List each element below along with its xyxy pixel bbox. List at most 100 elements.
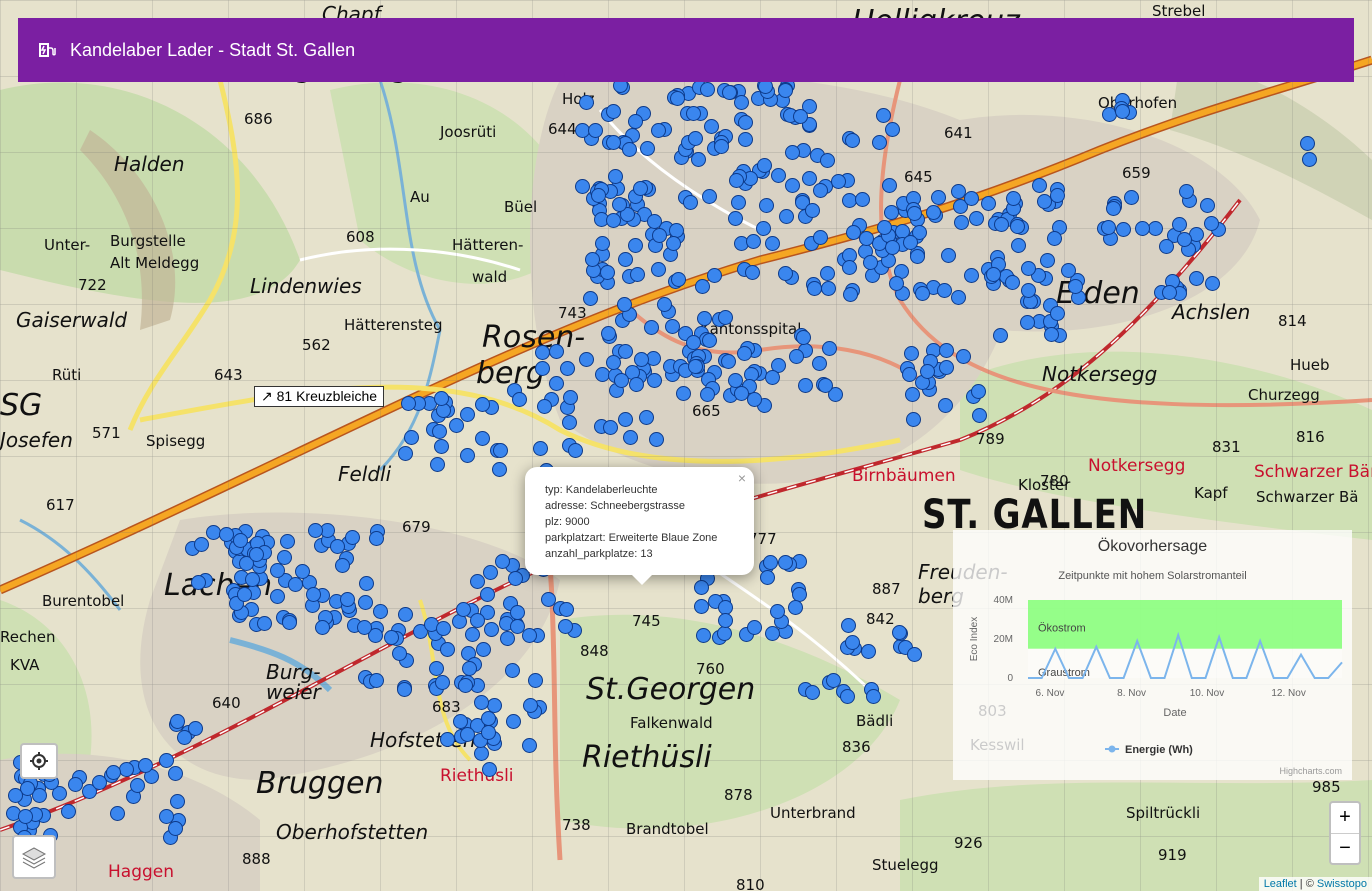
- charger-marker[interactable]: [167, 765, 183, 781]
- charger-marker[interactable]: [475, 430, 491, 446]
- charger-marker[interactable]: [765, 625, 781, 641]
- charger-marker[interactable]: [963, 191, 979, 207]
- charger-marker[interactable]: [561, 415, 577, 431]
- charger-marker[interactable]: [60, 804, 76, 820]
- charger-marker[interactable]: [560, 360, 576, 376]
- charger-marker[interactable]: [1115, 221, 1131, 237]
- charger-marker[interactable]: [605, 104, 621, 120]
- charger-marker[interactable]: [759, 569, 775, 585]
- charger-marker[interactable]: [622, 429, 638, 445]
- charger-marker[interactable]: [606, 134, 622, 150]
- charger-marker[interactable]: [819, 153, 835, 169]
- charger-marker[interactable]: [795, 329, 811, 345]
- charger-marker[interactable]: [465, 626, 481, 642]
- charger-marker[interactable]: [1019, 314, 1035, 330]
- charger-marker[interactable]: [583, 290, 599, 306]
- charger-marker[interactable]: [788, 348, 804, 364]
- charger-marker[interactable]: [643, 320, 659, 336]
- charger-marker[interactable]: [980, 196, 996, 212]
- charger-marker[interactable]: [888, 275, 904, 291]
- charger-marker[interactable]: [397, 606, 413, 622]
- charger-marker[interactable]: [345, 529, 361, 545]
- charger-marker[interactable]: [915, 285, 931, 301]
- charger-marker[interactable]: [612, 196, 628, 212]
- charger-marker[interactable]: [523, 697, 539, 713]
- charger-marker[interactable]: [305, 587, 321, 603]
- charger-marker[interactable]: [458, 677, 474, 693]
- charger-marker[interactable]: [469, 613, 485, 629]
- charger-marker[interactable]: [884, 240, 900, 256]
- charger-marker[interactable]: [1049, 306, 1065, 322]
- charger-marker[interactable]: [92, 774, 108, 790]
- charger-marker[interactable]: [129, 777, 145, 793]
- charger-marker[interactable]: [602, 420, 618, 436]
- charger-marker[interactable]: [1188, 270, 1204, 286]
- charger-marker[interactable]: [736, 345, 752, 361]
- charger-marker[interactable]: [1199, 197, 1215, 213]
- charger-marker[interactable]: [909, 248, 925, 264]
- charger-marker[interactable]: [469, 573, 485, 589]
- charger-marker[interactable]: [687, 358, 703, 374]
- charger-marker[interactable]: [805, 202, 821, 218]
- charger-marker[interactable]: [1100, 219, 1116, 235]
- charger-marker[interactable]: [925, 204, 941, 220]
- charger-marker[interactable]: [1299, 136, 1315, 152]
- charger-marker[interactable]: [687, 131, 703, 147]
- charger-marker[interactable]: [744, 264, 760, 280]
- charger-marker[interactable]: [358, 576, 374, 592]
- charger-marker[interactable]: [839, 689, 855, 705]
- charger-marker[interactable]: [527, 673, 543, 689]
- charger-marker[interactable]: [1005, 274, 1021, 290]
- charger-marker[interactable]: [617, 251, 633, 267]
- charger-marker[interactable]: [575, 178, 591, 194]
- charger-marker[interactable]: [521, 627, 537, 643]
- charger-marker[interactable]: [771, 167, 787, 183]
- charger-marker[interactable]: [686, 334, 702, 350]
- charger-marker[interactable]: [158, 753, 174, 769]
- charger-marker[interactable]: [257, 616, 273, 632]
- charger-marker[interactable]: [244, 571, 260, 587]
- charger-marker[interactable]: [1124, 189, 1140, 205]
- charger-marker[interactable]: [459, 726, 475, 742]
- charger-marker[interactable]: [784, 178, 800, 194]
- charger-marker[interactable]: [905, 412, 921, 428]
- charger-marker[interactable]: [1178, 183, 1194, 199]
- charger-marker[interactable]: [907, 205, 923, 221]
- charger-marker[interactable]: [137, 757, 153, 773]
- locate-button[interactable]: [20, 743, 58, 779]
- charger-marker[interactable]: [955, 349, 971, 365]
- zoom-in-button[interactable]: +: [1331, 803, 1359, 834]
- charger-marker[interactable]: [902, 234, 918, 250]
- charger-marker[interactable]: [682, 195, 698, 211]
- charger-marker[interactable]: [536, 399, 552, 415]
- charger-marker[interactable]: [7, 788, 23, 804]
- charger-marker[interactable]: [693, 599, 709, 615]
- charger-marker[interactable]: [248, 546, 264, 562]
- charger-marker[interactable]: [294, 564, 310, 580]
- charger-marker[interactable]: [954, 214, 970, 230]
- charger-marker[interactable]: [865, 689, 881, 704]
- charger-marker[interactable]: [110, 805, 125, 821]
- charger-marker[interactable]: [461, 660, 477, 676]
- charger-marker[interactable]: [119, 761, 135, 777]
- charger-marker[interactable]: [854, 191, 870, 207]
- charger-marker[interactable]: [701, 333, 717, 349]
- charger-marker[interactable]: [534, 345, 550, 361]
- charger-marker[interactable]: [281, 615, 297, 631]
- charger-marker[interactable]: [650, 123, 666, 139]
- charger-marker[interactable]: [307, 523, 323, 539]
- charger-marker[interactable]: [936, 282, 952, 298]
- charger-marker[interactable]: [548, 375, 564, 391]
- charger-marker[interactable]: [460, 406, 476, 422]
- charger-marker[interactable]: [482, 564, 498, 580]
- charger-marker[interactable]: [764, 370, 780, 386]
- charger-marker[interactable]: [1171, 217, 1187, 233]
- charger-marker[interactable]: [842, 286, 858, 302]
- charger-marker[interactable]: [617, 344, 633, 360]
- charger-marker[interactable]: [938, 359, 954, 375]
- charger-marker[interactable]: [499, 630, 515, 646]
- charger-marker[interactable]: [812, 229, 828, 245]
- charger-marker[interactable]: [1204, 215, 1220, 231]
- charger-marker[interactable]: [994, 216, 1010, 232]
- charger-marker[interactable]: [314, 619, 330, 635]
